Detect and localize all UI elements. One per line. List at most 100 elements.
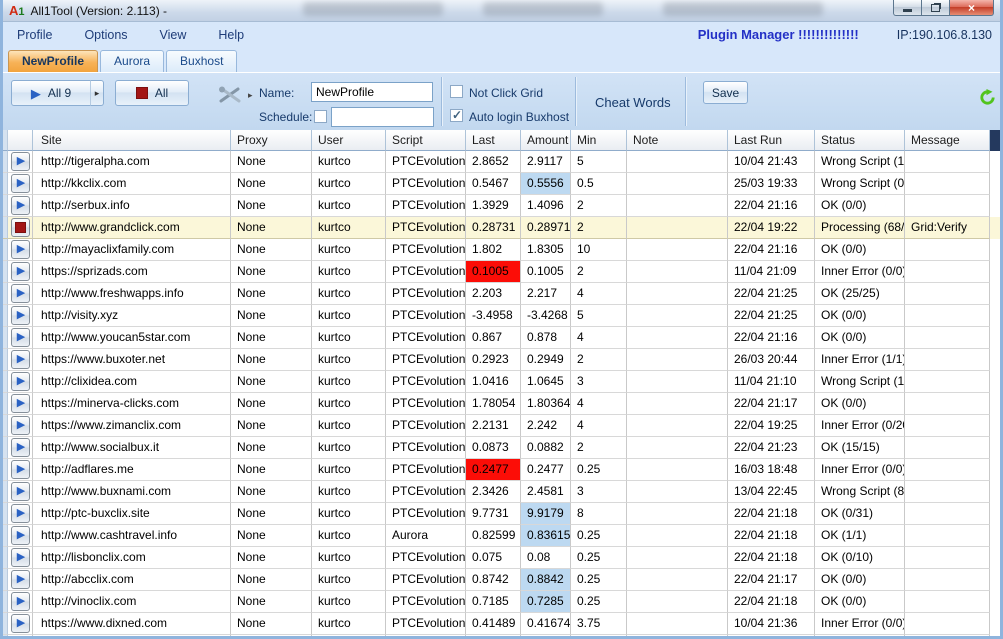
- start-all-button[interactable]: ▶ All 9: [11, 80, 91, 106]
- table-row[interactable]: ▶ http://www.socialbux.it None kurtco PTCEvo…: [3, 437, 1000, 459]
- play-row-button[interactable]: ▶: [10, 460, 30, 479]
- close-button[interactable]: ×: [949, 0, 994, 16]
- stop-row-button[interactable]: [10, 218, 30, 237]
- play-cell: ▶: [8, 239, 33, 261]
- table-row[interactable]: ▶ http://lisbonclix.com None kurtco PTCEvolu…: [3, 547, 1000, 569]
- header-amount[interactable]: Amount: [521, 130, 571, 151]
- play-row-button[interactable]: ▶: [10, 438, 30, 457]
- cell-script: PTCEvolution: [386, 569, 466, 591]
- table-row[interactable]: ▶ http://ptc-buxclix.site None kurtco PTCEvo…: [3, 503, 1000, 525]
- cell-script: PTCEvolution: [386, 503, 466, 525]
- play-row-button[interactable]: ▶: [10, 570, 30, 589]
- toolbar: ▶ All 9 ▸ All ▸ Name: Schedule: Not Clic…: [3, 72, 1000, 130]
- table-row[interactable]: ▶ https://www.dixned.com None kurtco PTCEvol…: [3, 613, 1000, 635]
- cell-last-run: 22/04 19:25: [728, 415, 815, 437]
- header-last-run[interactable]: Last Run: [728, 130, 815, 151]
- table-row[interactable]: ▶ http://vinoclix.com None kurtco PTCEvoluti…: [3, 591, 1000, 613]
- play-row-button[interactable]: ▶: [10, 482, 30, 501]
- play-row-button[interactable]: ▶: [10, 262, 30, 281]
- play-row-button[interactable]: ▶: [10, 152, 30, 171]
- cell-note: [627, 415, 728, 437]
- table-row[interactable]: http://www.grandclick.com None kurtco PTCEv…: [3, 217, 1000, 239]
- table-row[interactable]: ▶ https://sprizads.com None kurtco PTCEvolut…: [3, 261, 1000, 283]
- cell-last: 0.82599: [466, 525, 521, 547]
- menu-view[interactable]: View: [160, 28, 187, 42]
- schedule-input[interactable]: [331, 107, 434, 127]
- play-row-button[interactable]: ▶: [10, 174, 30, 193]
- header-script[interactable]: Script: [386, 130, 466, 151]
- header-site[interactable]: Site: [33, 130, 231, 151]
- cell-message: Grid:Verify: [905, 217, 990, 239]
- cheat-words-button[interactable]: Cheat Words: [595, 95, 671, 110]
- stop-all-button[interactable]: All: [115, 80, 189, 106]
- header-note[interactable]: Note: [627, 130, 728, 151]
- header-status[interactable]: Status: [815, 130, 905, 151]
- cell-min: [571, 635, 627, 636]
- tab-aurora[interactable]: Aurora: [100, 50, 165, 72]
- auto-login-buxhost-checkbox[interactable]: [450, 108, 463, 122]
- save-button[interactable]: Save: [703, 81, 748, 104]
- menu-profile[interactable]: Profile: [17, 28, 52, 42]
- schedule-checkbox[interactable]: [314, 110, 327, 123]
- title-bar[interactable]: A1 All1Tool (Version: 2.113) - ×: [3, 0, 1000, 22]
- profile-name-input[interactable]: [311, 82, 433, 102]
- refresh-button[interactable]: [979, 89, 996, 109]
- tools-menu-button[interactable]: ▸: [217, 85, 253, 105]
- play-row-button[interactable]: ▶: [10, 614, 30, 633]
- window-controls: ×: [893, 0, 994, 16]
- minimize-button[interactable]: [893, 0, 922, 16]
- play-row-button[interactable]: ▶: [10, 416, 30, 435]
- header-user[interactable]: User: [312, 130, 386, 151]
- play-icon: ▶: [16, 485, 26, 497]
- header-play-column[interactable]: [8, 130, 33, 151]
- table-row[interactable]: ▶: [3, 635, 1000, 636]
- not-click-grid-checkbox[interactable]: [450, 85, 463, 98]
- table-row[interactable]: ▶ http://kkclix.com None kurtco PTCEvolution…: [3, 173, 1000, 195]
- table-row[interactable]: ▶ http://adflares.me None kurtco PTCEvolutio…: [3, 459, 1000, 481]
- header-min[interactable]: Min: [571, 130, 627, 151]
- maximize-button[interactable]: [922, 0, 949, 16]
- table-row[interactable]: ▶ http://mayaclixfamily.com None kurtco PTCE…: [3, 239, 1000, 261]
- play-row-button[interactable]: ▶: [10, 526, 30, 545]
- menu-help[interactable]: Help: [218, 28, 244, 42]
- play-row-button[interactable]: ▶: [10, 306, 30, 325]
- tab-newprofile[interactable]: NewProfile: [8, 50, 99, 72]
- cell-proxy: None: [231, 371, 312, 393]
- table-row[interactable]: ▶ http://visity.xyz None kurtco PTCEvolution…: [3, 305, 1000, 327]
- cell-status: Processing (68/...: [815, 217, 905, 239]
- menu-options[interactable]: Options: [84, 28, 127, 42]
- play-row-button[interactable]: ▶: [10, 284, 30, 303]
- table-row[interactable]: ▶ https://minerva-clicks.com None kurtco PTC…: [3, 393, 1000, 415]
- header-proxy[interactable]: Proxy: [231, 130, 312, 151]
- plugin-manager-label[interactable]: Plugin Manager !!!!!!!!!!!!!!: [698, 27, 859, 42]
- cell-min: 3: [571, 481, 627, 503]
- cell-message: [905, 569, 990, 591]
- table-row[interactable]: ▶ http://www.buxnami.com None kurtco PTCEvol…: [3, 481, 1000, 503]
- cell-status: OK (25/25): [815, 283, 905, 305]
- table-row[interactable]: ▶ http://abcclix.com None kurtco PTCEvolutio…: [3, 569, 1000, 591]
- cell-user: kurtco: [312, 305, 386, 327]
- start-all-dropdown-button[interactable]: ▸: [90, 80, 104, 106]
- play-row-button[interactable]: ▶: [10, 592, 30, 611]
- table-row[interactable]: ▶ http://clixidea.com None kurtco PTCEvoluti…: [3, 371, 1000, 393]
- table-row[interactable]: ▶ http://www.freshwapps.info None kurtco PTC…: [3, 283, 1000, 305]
- play-row-button[interactable]: ▶: [10, 372, 30, 391]
- table-row[interactable]: ▶ https://www.buxoter.net None kurtco PTCEvo…: [3, 349, 1000, 371]
- table-row[interactable]: ▶ http://www.cashtravel.info None kurtco Aur…: [3, 525, 1000, 547]
- table-row[interactable]: ▶ http://tigeralpha.com None kurtco PTCEvolu…: [3, 151, 1000, 173]
- play-row-button[interactable]: ▶: [10, 548, 30, 567]
- play-row-button[interactable]: ▶: [10, 394, 30, 413]
- cell-status: OK (0/0): [815, 327, 905, 349]
- tab-buxhost[interactable]: Buxhost: [166, 50, 238, 72]
- header-message[interactable]: Message: [905, 130, 990, 151]
- play-row-button[interactable]: ▶: [10, 504, 30, 523]
- play-cell: ▶: [8, 173, 33, 195]
- play-row-button[interactable]: ▶: [10, 240, 30, 259]
- table-row[interactable]: ▶ http://serbux.info None kurtco PTCEvolutio…: [3, 195, 1000, 217]
- table-row[interactable]: ▶ http://www.youcan5star.com None kurtco PTC…: [3, 327, 1000, 349]
- header-last[interactable]: Last: [466, 130, 521, 151]
- play-row-button[interactable]: ▶: [10, 328, 30, 347]
- play-row-button[interactable]: ▶: [10, 350, 30, 369]
- play-row-button[interactable]: ▶: [10, 196, 30, 215]
- table-row[interactable]: ▶ https://www.zimanclix.com None kurtco PTCE…: [3, 415, 1000, 437]
